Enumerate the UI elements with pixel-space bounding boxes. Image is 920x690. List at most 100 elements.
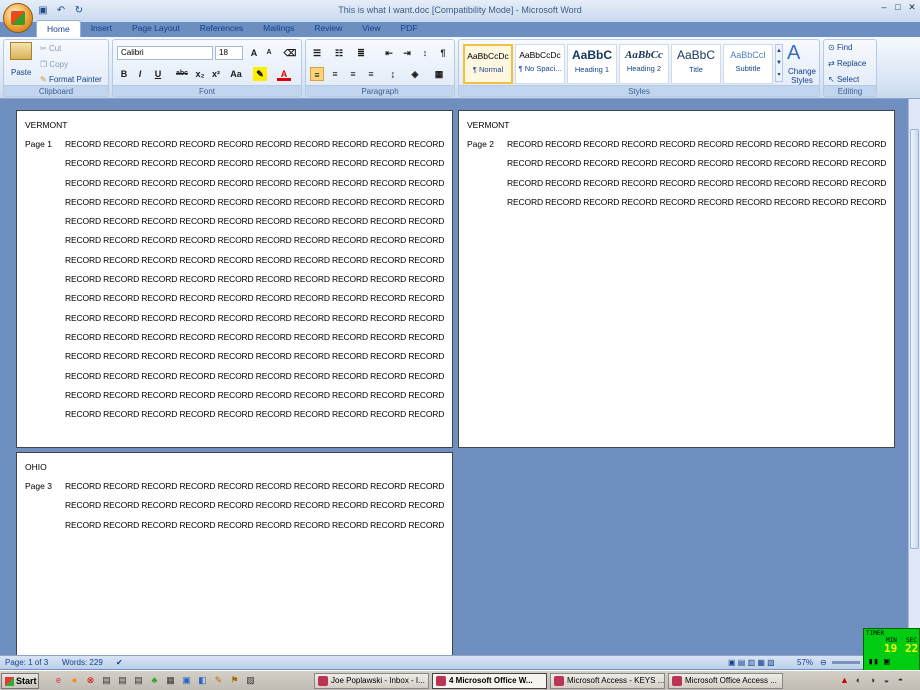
office-button[interactable] [3,3,33,33]
record-rows: RECORD RECORD RECORD RECORD RECORD RECOR… [507,139,886,216]
proofing-icon[interactable]: ✔ [116,658,123,667]
underline-button[interactable]: U [151,67,165,81]
align-right-icon[interactable]: ≡ [346,67,360,81]
style-normal[interactable]: AaBbCcDc ¶ Normal [463,44,513,84]
select-button[interactable]: ↖ Select [828,75,859,84]
shrink-font-icon[interactable]: A [262,46,276,60]
task-word[interactable]: 4 Microsoft Office W... [432,673,547,689]
quicklaunch-close-icon[interactable]: ⊗ [84,674,97,687]
tray-icon[interactable]: ▲ [838,674,851,687]
multilevel-list-icon[interactable]: ≣ [354,46,368,60]
align-left-icon[interactable]: ≡ [310,67,324,81]
status-bar: Page: 1 of 3 Words: 229 ✔ ▣ ▤ ▥ ▦ ▧ 57% … [0,655,920,669]
decrease-indent-icon[interactable]: ⇤ [382,46,396,60]
zoom-slider[interactable] [832,661,860,664]
tab-review[interactable]: Review [304,20,352,37]
superscript-button[interactable]: x² [209,67,223,81]
quicklaunch-app-icon[interactable]: ▤ [100,674,113,687]
quicklaunch-app-icon[interactable]: ▦ [164,674,177,687]
document-area[interactable]: VERMONT Page 1 RECORD RECORD RECORD RECO… [0,99,908,655]
close-button[interactable]: ✕ [906,1,918,13]
tab-view[interactable]: View [352,20,390,37]
grow-font-icon[interactable]: A [247,46,261,60]
font-name-combo[interactable]: Calibri [117,46,213,60]
tray-icon[interactable]: ◒ [880,674,893,687]
justify-icon[interactable]: ≡ [364,67,378,81]
quicklaunch-app-icon[interactable]: ▤ [116,674,129,687]
tab-pdf[interactable]: PDF [391,20,428,37]
style-heading-2[interactable]: AaBbCc Heading 2 [619,44,669,84]
tray-icon[interactable]: ◓ [894,674,907,687]
task-access-keys[interactable]: Microsoft Access - KEYS ... [550,673,665,689]
page-1[interactable]: VERMONT Page 1 RECORD RECORD RECORD RECO… [16,110,453,448]
maximize-button[interactable]: □ [892,1,904,13]
minimize-button[interactable]: – [878,1,890,13]
task-access[interactable]: Microsoft Office Access ... [668,673,783,689]
reset-icon[interactable]: ▣ [884,657,889,667]
tab-mailings[interactable]: Mailings [253,20,304,37]
subscript-button[interactable]: x₂ [193,67,207,81]
borders-icon[interactable]: ▦ [432,67,446,81]
zoom-out-icon[interactable]: ⊖ [820,658,827,667]
quicklaunch-app-icon[interactable]: ♣ [148,674,161,687]
page-3[interactable]: OHIO Page 3 RECORD RECORD RECORD RECORD … [16,452,453,655]
quicklaunch-app-icon[interactable]: ▣ [180,674,193,687]
page-count[interactable]: Page: 1 of 3 [5,658,48,667]
style-subtitle[interactable]: AaBbCcI Subtitle [723,44,773,84]
task-outlook[interactable]: Joe Poplawski - Inbox - I... [314,673,429,689]
save-icon[interactable]: ▣ [36,4,50,18]
bullets-icon[interactable]: ☰ [310,46,324,60]
quicklaunch-app-icon[interactable]: ◧ [196,674,209,687]
line-spacing-icon[interactable]: ↨ [386,67,400,81]
copy-button[interactable]: ❐ Copy [40,60,68,69]
quicklaunch-firefox-icon[interactable]: ● [68,674,81,687]
style-title[interactable]: AaBbC Title [671,44,721,84]
change-styles-button[interactable]: Change Styles [785,67,819,85]
find-button[interactable]: ⊙ Find [828,43,853,52]
italic-button[interactable]: I [133,67,147,81]
record-line: RECORD RECORD RECORD RECORD RECORD RECOR… [65,274,445,285]
quicklaunch-app-icon[interactable]: ▤ [132,674,145,687]
record-line: RECORD RECORD RECORD RECORD RECORD RECOR… [65,370,445,381]
style-no-spacing[interactable]: AaBbCcDc ¶ No Spaci... [515,44,565,84]
font-color-icon[interactable]: A [277,67,291,81]
quicklaunch-app-icon[interactable]: ⚑ [228,674,241,687]
font-size-combo[interactable]: 18 [215,46,243,60]
increase-indent-icon[interactable]: ⇥ [400,46,414,60]
tab-insert[interactable]: Insert [81,20,122,37]
sort-icon[interactable]: ↕ [418,46,432,60]
scrollbar-thumb[interactable] [910,129,919,549]
vertical-scrollbar[interactable] [908,99,920,655]
zoom-level[interactable]: 57% [797,658,813,667]
tab-page-layout[interactable]: Page Layout [122,20,190,37]
pause-icon[interactable]: ▮▮ [868,657,879,667]
undo-icon[interactable]: ↶ [54,4,68,18]
show-formatting-icon[interactable]: ¶ [436,46,450,60]
numbering-icon[interactable]: ☷ [332,46,346,60]
quicklaunch-app-icon[interactable]: ▧ [244,674,257,687]
page-2[interactable]: VERMONT Page 2 RECORD RECORD RECORD RECO… [458,110,895,448]
tray-icon[interactable]: ◑ [866,674,879,687]
strikethrough-button[interactable]: abc [173,67,191,81]
quicklaunch-app-icon[interactable]: ✎ [212,674,225,687]
quicklaunch-ie-icon[interactable]: e [52,674,65,687]
replace-button[interactable]: ⇄ Replace [828,59,866,68]
start-button[interactable]: Start [1,673,39,689]
paste-button[interactable]: Paste [11,68,31,77]
view-buttons[interactable]: ▣ ▤ ▥ ▦ ▧ [728,658,775,667]
highlight-icon[interactable]: ✎ [253,67,267,81]
style-heading-1[interactable]: AaBbC Heading 1 [567,44,617,84]
shading-icon[interactable]: ◈ [408,67,422,81]
align-center-icon[interactable]: ≡ [328,67,342,81]
tab-home[interactable]: Home [36,20,81,37]
cut-button[interactable]: ✂ Cut [40,44,61,53]
tray-icon[interactable]: ◐ [852,674,865,687]
format-painter-button[interactable]: ✎ Format Painter [40,75,102,84]
word-count[interactable]: Words: 229 [62,658,103,667]
change-case-button[interactable]: Aa [227,67,245,81]
clear-formatting-icon[interactable]: ⌫ [283,46,297,60]
redo-icon[interactable]: ↻ [72,4,86,18]
tab-references[interactable]: References [190,20,253,37]
bold-button[interactable]: B [117,67,131,81]
styles-scroll[interactable]: ▲ ▼ ▾ [775,44,783,82]
